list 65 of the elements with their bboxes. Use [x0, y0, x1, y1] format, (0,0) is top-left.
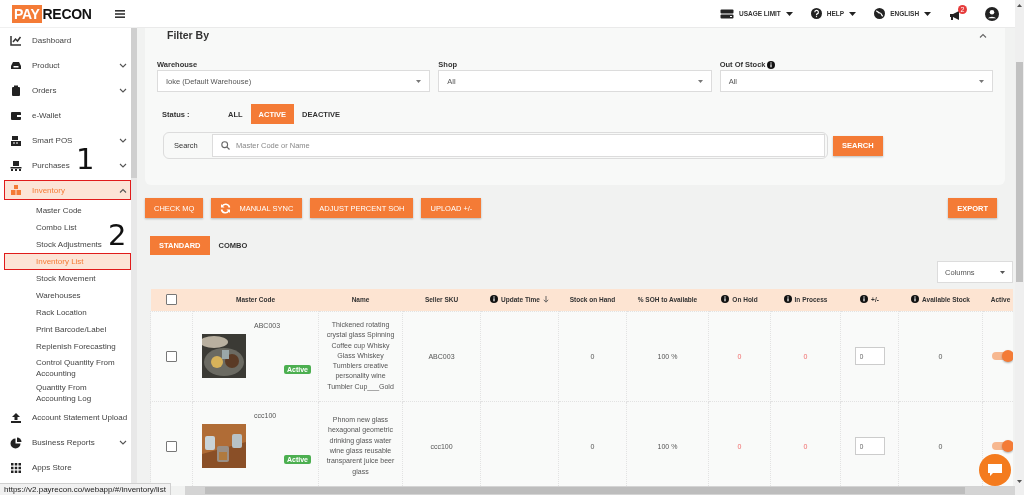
- info-icon: [783, 295, 792, 304]
- chevron-up-icon: [979, 32, 987, 38]
- user-avatar-icon: [985, 6, 999, 21]
- info-icon: [766, 60, 775, 69]
- info-icon: [911, 295, 920, 304]
- wallet-icon: [10, 109, 22, 122]
- caret-down-icon: [416, 79, 422, 83]
- caret-down-icon: [697, 79, 703, 83]
- caret-down-icon: [849, 11, 857, 16]
- nav-item[interactable]: Dashboard: [32, 36, 128, 45]
- nav-subitem[interactable]: Combo List: [36, 222, 77, 233]
- nav-subitem[interactable]: Control Quantity From Accounting: [36, 356, 126, 379]
- status-url: https://v2.payrecon.co/webapp/#/inventory/list: [0, 483, 171, 495]
- pie-chart-icon: [10, 436, 22, 449]
- upload-icon: [10, 411, 22, 424]
- nav-item[interactable]: Account Statement Upload: [32, 413, 128, 422]
- clipboard-icon: [10, 84, 22, 97]
- sync-icon: [220, 202, 232, 214]
- toggle-switch[interactable]: [992, 352, 1010, 361]
- nav-subitem[interactable]: Rack Location: [36, 307, 87, 318]
- info-icon: [860, 295, 869, 304]
- search-icon: [221, 141, 230, 150]
- caret-down-icon: [924, 11, 932, 16]
- logo[interactable]: PAY RECON: [12, 4, 92, 23]
- info-icon: [490, 295, 499, 304]
- chat-icon: [988, 464, 1002, 476]
- nav-item[interactable]: Orders: [32, 86, 120, 95]
- section-title: Filter By: [167, 29, 209, 41]
- scrollbar[interactable]: [1015, 0, 1024, 495]
- caret-down-icon: [1000, 270, 1005, 274]
- boxes-icon: [10, 184, 22, 196]
- register-icon: [10, 134, 22, 147]
- caret-down-icon: [979, 79, 984, 83]
- caret-down-icon: [785, 11, 793, 16]
- scrollbar[interactable]: [185, 486, 1015, 495]
- step-number: 2: [108, 220, 127, 250]
- chart-icon: [10, 34, 22, 47]
- menu-icon: [115, 9, 125, 18]
- checkbox[interactable]: [166, 350, 177, 362]
- nav-subitem[interactable]: Master Code: [36, 205, 82, 216]
- nav-subitem[interactable]: Print Barcode/Label: [36, 324, 107, 335]
- server-icon: [719, 8, 734, 19]
- nav-subitem[interactable]: Replenish Forecasting: [36, 341, 116, 352]
- tray-icon: [10, 59, 22, 72]
- nav-subitem[interactable]: Stock Movement: [36, 273, 96, 284]
- grid-icon: [10, 461, 22, 474]
- help-icon: [810, 8, 822, 19]
- info-icon: [721, 295, 730, 304]
- nav-item[interactable]: Business Reports: [32, 438, 120, 447]
- sort-arrow-icon: [542, 295, 549, 303]
- scroll-down-icon: [1017, 480, 1022, 483]
- pallet-icon: [10, 159, 22, 172]
- nav-item[interactable]: Smart POS: [32, 136, 120, 145]
- checkbox[interactable]: [166, 440, 177, 452]
- scroll-up-icon: [1017, 4, 1022, 7]
- nav-item[interactable]: Product: [32, 61, 120, 70]
- checkbox[interactable]: [166, 294, 177, 306]
- nav-subitem[interactable]: Quantity From Accounting Log: [36, 381, 126, 404]
- step-number: 1: [76, 144, 95, 174]
- nav-subitem[interactable]: Warehouses: [36, 290, 81, 301]
- nav-item[interactable]: Apps Store: [32, 463, 128, 472]
- nav-subitem[interactable]: Stock Adjustments: [36, 239, 102, 250]
- scrollbar[interactable]: [131, 28, 137, 483]
- nav-item[interactable]: e-Wallet: [32, 111, 128, 120]
- toggle-switch[interactable]: [992, 442, 1010, 451]
